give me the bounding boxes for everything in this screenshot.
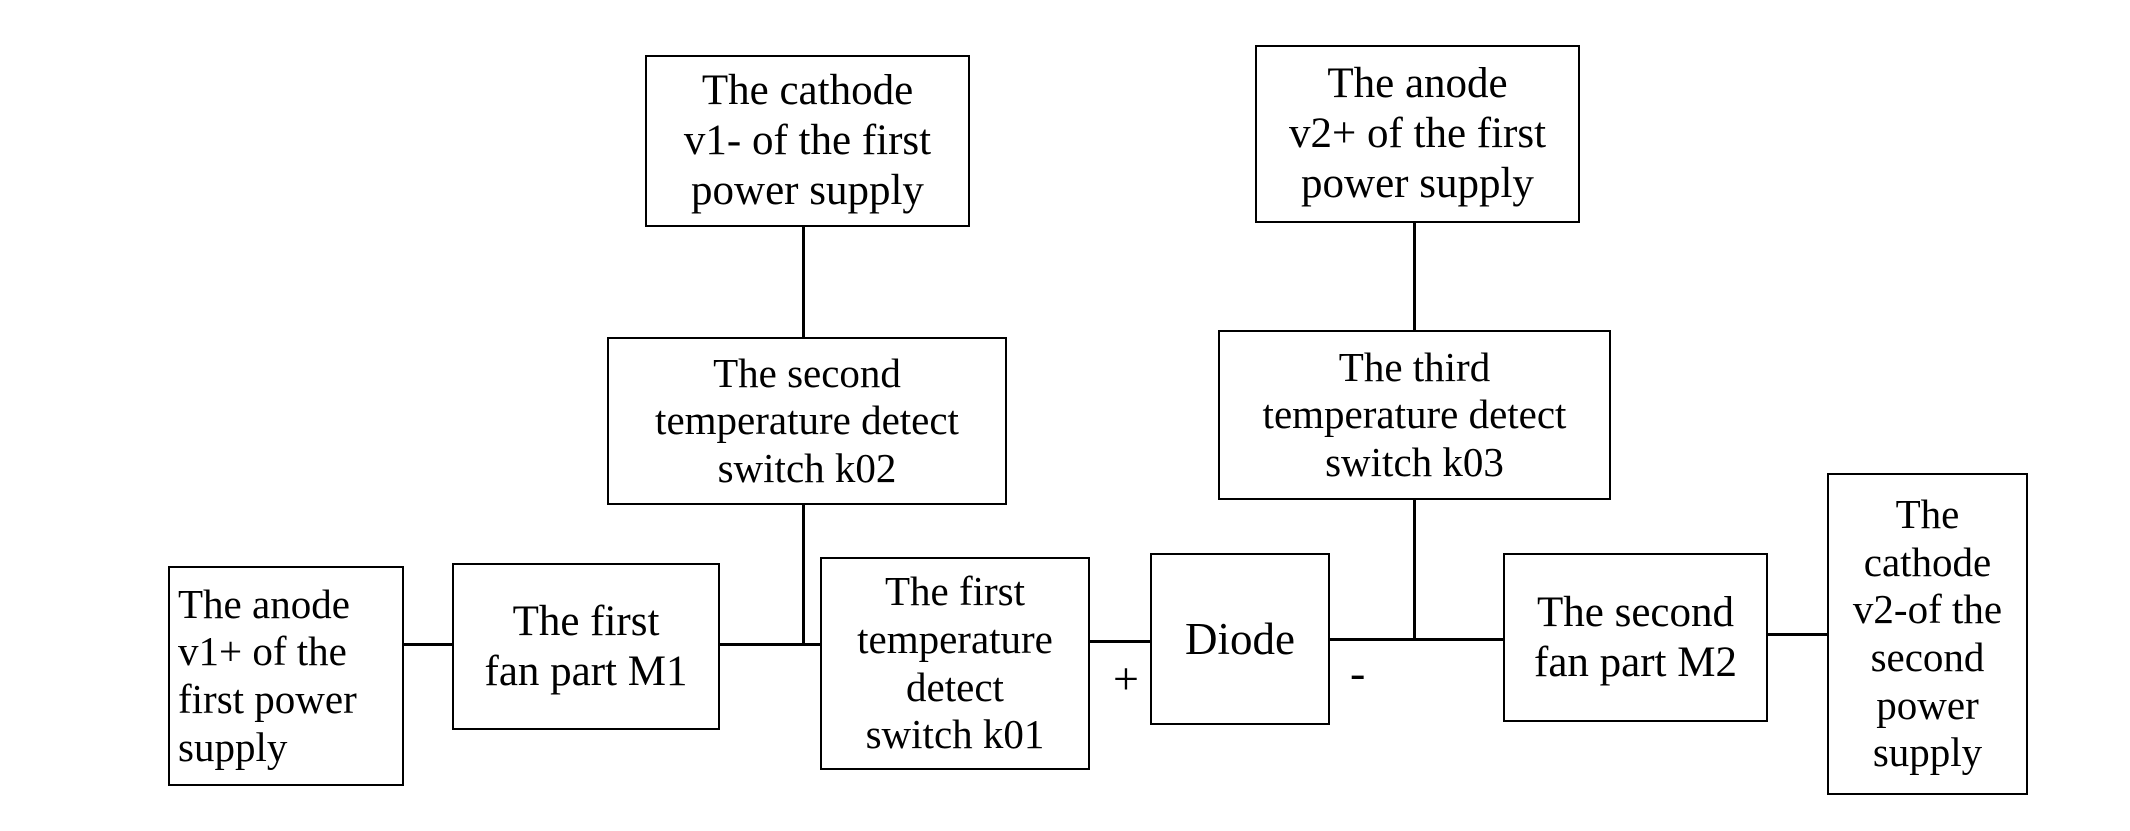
node-first-fan-part-m1: The first fan part M1 (452, 563, 720, 730)
node-second-temperature-detect-switch-k02: The second temperature detect switch k02 (607, 337, 1007, 505)
wire-k02-to-bus (802, 504, 805, 645)
node-label-second-fan-part-m2: The second fan part M2 (1534, 588, 1737, 686)
node-cathode-v1-first-power-supply: The cathode v1- of the first power suppl… (645, 55, 970, 227)
wire-diode-to-m2 (1328, 638, 1505, 641)
polarity-diode-anode-plus: + (1113, 653, 1139, 704)
polarity-diode-cathode-minus: - (1350, 647, 1366, 698)
node-label-diode: Diode (1185, 613, 1295, 664)
block-diagram-canvas: The cathode v1- of the first power suppl… (0, 0, 2130, 831)
wire-cathode-v1-to-k02 (802, 226, 805, 338)
node-label-second-temperature-detect-switch-k02: The second temperature detect switch k02 (655, 349, 959, 491)
node-label-cathode-v1-first-power-supply: The cathode v1- of the first power suppl… (683, 67, 932, 214)
node-third-temperature-detect-switch-k03: The third temperature detect switch k03 (1218, 330, 1611, 500)
wire-anode-v2-to-k03 (1413, 222, 1416, 332)
node-label-first-fan-part-m1: The first fan part M1 (484, 597, 688, 695)
node-cathode-v2-second-power-supply: The cathode v2-of the second power suppl… (1827, 473, 2028, 795)
node-first-temperature-detect-switch-k01: The first temperature detect switch k01 (820, 557, 1090, 770)
wire-k01-to-diode (1088, 640, 1152, 643)
wire-m2-to-cathode-v2 (1766, 633, 1829, 636)
node-label-first-temperature-detect-switch-k01: The first temperature detect switch k01 (857, 568, 1053, 758)
node-label-cathode-v2-second-power-supply: The cathode v2-of the second power suppl… (1852, 491, 2003, 776)
node-label-anode-v2-plus-first-power-supply: The anode v2+ of the first power supply (1288, 60, 1547, 207)
node-label-anode-v1-plus-first-power-supply: The anode v1+ of the first power supply (178, 580, 357, 770)
node-diode: Diode (1150, 553, 1330, 725)
wire-k03-to-bus (1413, 499, 1416, 639)
wire-m1-to-k01 (718, 643, 822, 646)
node-anode-v1-plus-first-power-supply: The anode v1+ of the first power supply (168, 566, 404, 786)
wire-anode-v1-to-m1 (402, 643, 454, 646)
node-anode-v2-plus-first-power-supply: The anode v2+ of the first power supply (1255, 45, 1580, 223)
node-label-third-temperature-detect-switch-k03: The third temperature detect switch k03 (1262, 343, 1567, 485)
node-second-fan-part-m2: The second fan part M2 (1503, 553, 1768, 722)
